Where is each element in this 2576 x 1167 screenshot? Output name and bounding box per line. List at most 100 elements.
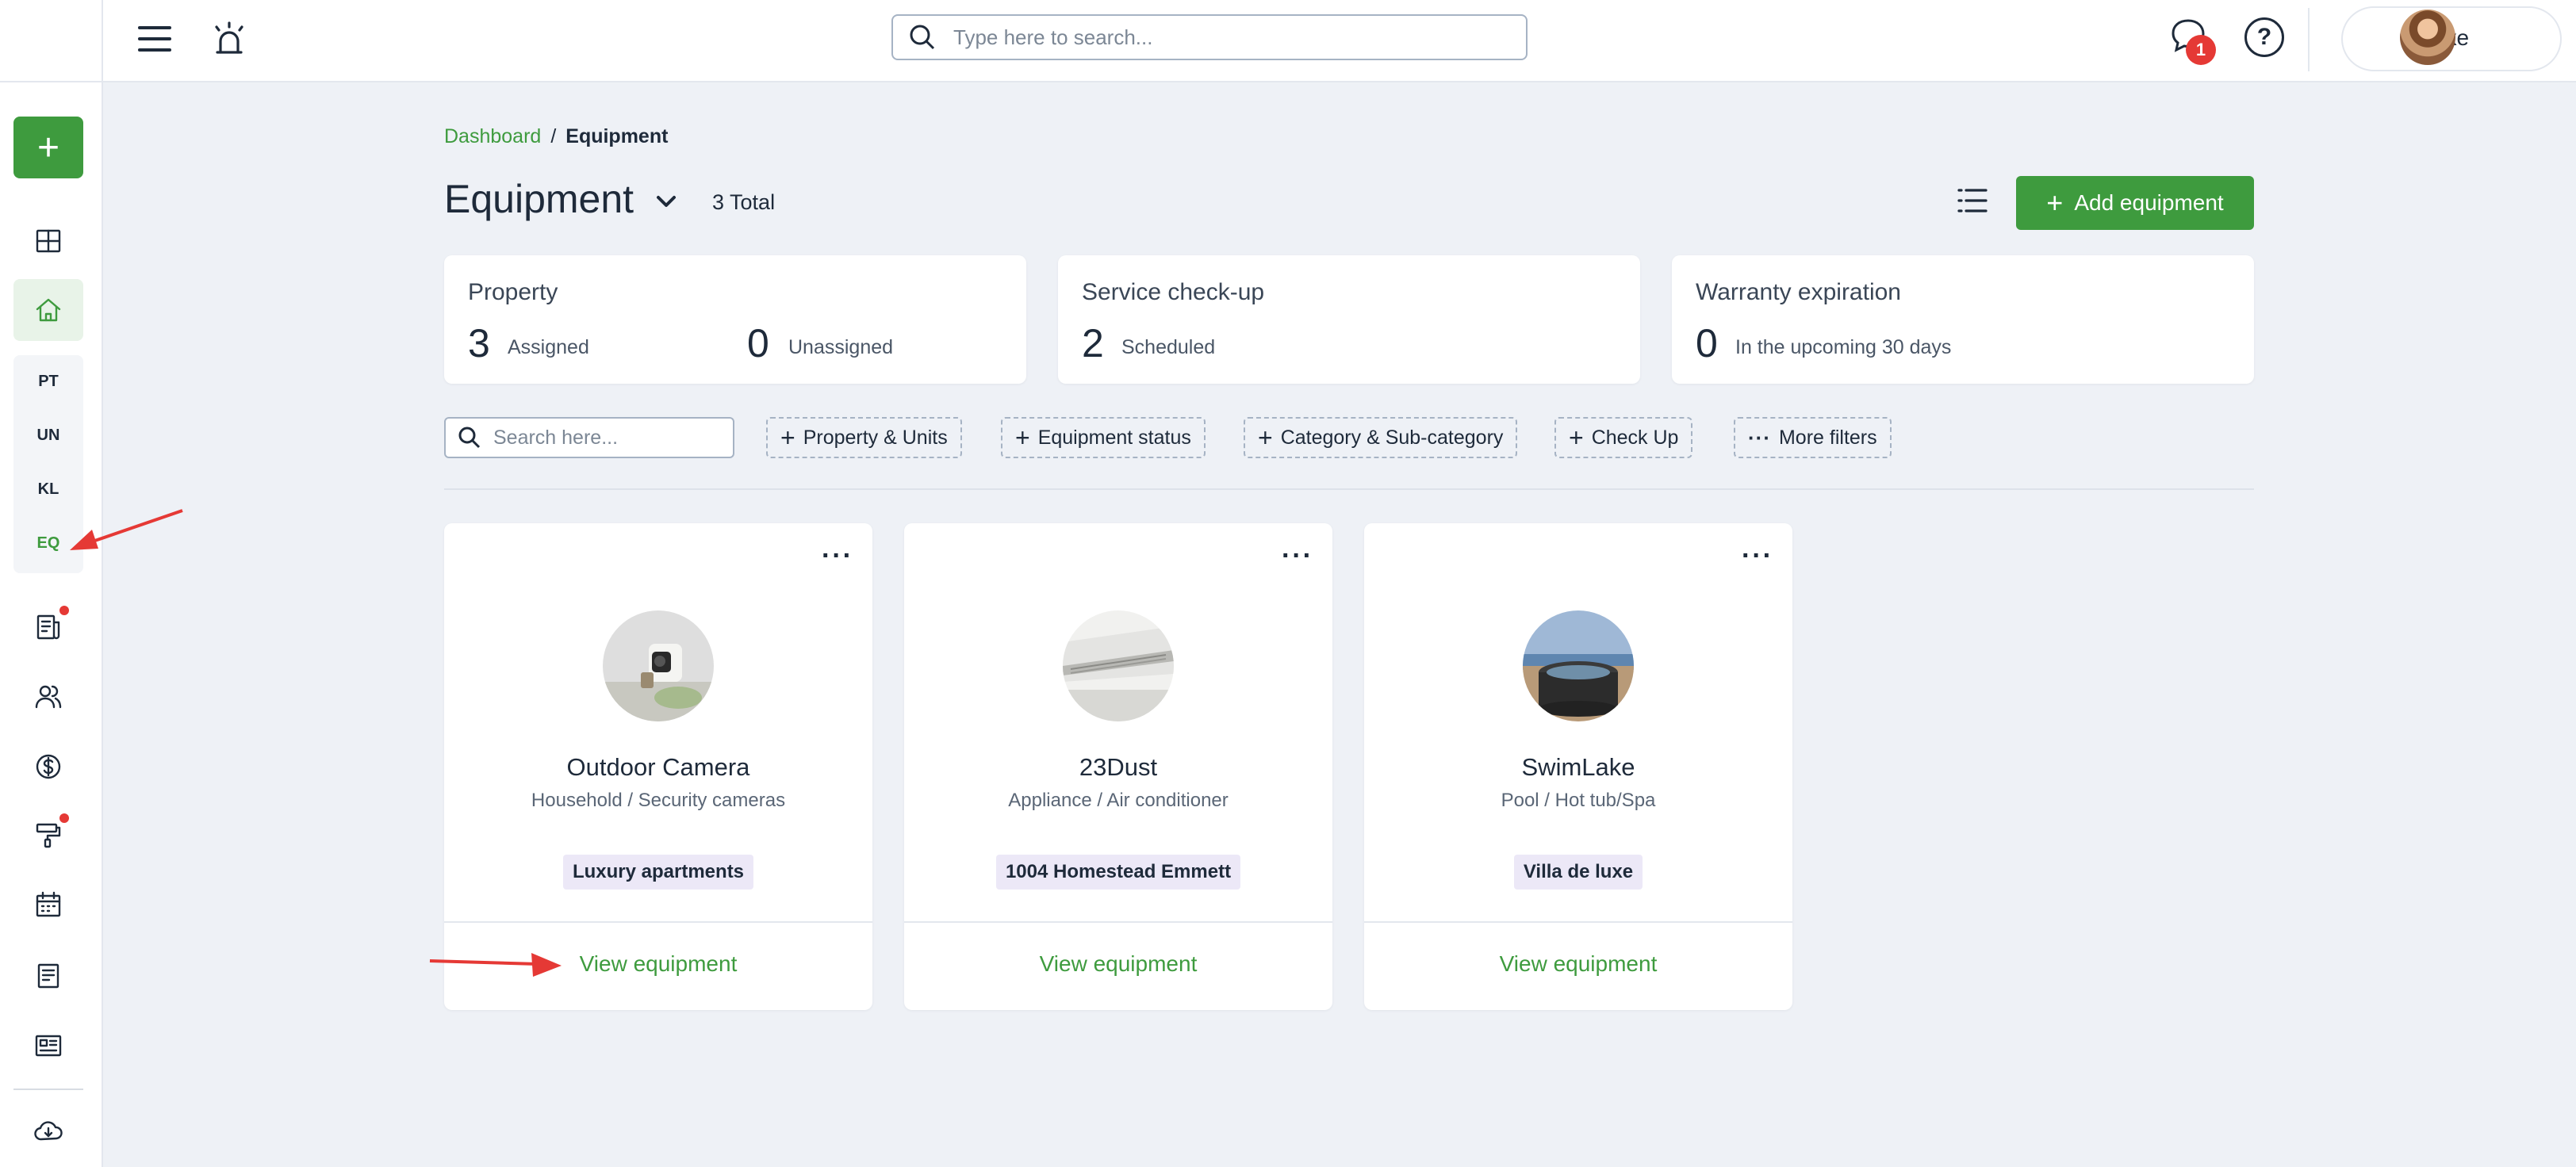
card-divider <box>444 921 872 923</box>
help-icon[interactable]: ? <box>2244 17 2284 57</box>
sidebar-item-listings[interactable] <box>13 1015 83 1077</box>
filter-property-units[interactable]: + Property & Units <box>766 417 962 458</box>
equipment-photo <box>1523 610 1634 721</box>
stat-value-warranty: 0 <box>1696 321 1718 365</box>
sidebar-item-download[interactable] <box>13 1100 83 1162</box>
equipment-category: Appliance / Air conditioner <box>1008 790 1229 811</box>
property-tag: 1004 Homestead Emmett <box>995 855 1241 890</box>
report-icon <box>37 963 59 989</box>
sidebar-subitem-kl[interactable]: KL <box>13 480 83 499</box>
listing-card-icon <box>35 1035 62 1057</box>
breadcrumb-dashboard-link[interactable]: Dashboard <box>444 125 541 148</box>
equipment-search[interactable] <box>444 417 734 458</box>
view-equipment-link[interactable]: View equipment <box>904 951 1332 977</box>
equipment-name: 23Dust <box>1079 753 1158 781</box>
plus-icon: + <box>780 423 795 452</box>
global-search-input[interactable] <box>953 25 1493 50</box>
sidebar-logo-area <box>0 0 102 82</box>
notification-dot <box>59 606 69 615</box>
stat-card-property: Property 3 Assigned 0 Unassigned <box>444 255 1026 384</box>
stat-title: Warranty expiration <box>1696 279 1901 305</box>
filter-equipment-status[interactable]: + Equipment status <box>1001 417 1206 458</box>
equipment-card: ··· 23Dust Appliance / Air conditioner 1… <box>904 523 1332 1010</box>
stat-value-scheduled: 2 <box>1082 321 1104 365</box>
global-search[interactable] <box>891 14 1528 60</box>
stat-value-assigned: 3 <box>468 321 490 365</box>
equipment-name: SwimLake <box>1521 753 1635 781</box>
home-icon <box>36 298 61 322</box>
stat-card-warranty: Warranty expiration 0 In the upcoming 30… <box>1672 255 2254 384</box>
stat-card-service: Service check-up 2 Scheduled <box>1058 255 1640 384</box>
equipment-card: ··· Outdoor Camera Household / Security … <box>444 523 872 1010</box>
notification-dot <box>59 813 69 823</box>
plus-icon: + <box>1258 423 1273 452</box>
filter-label: Check Up <box>1591 426 1679 449</box>
view-equipment-link[interactable]: View equipment <box>1364 951 1792 977</box>
filter-label: Equipment status <box>1037 426 1191 449</box>
property-tag: Villa de luxe <box>1513 855 1643 890</box>
sidebar-item-calendar[interactable] <box>13 874 83 936</box>
chevron-down-icon[interactable] <box>652 187 680 216</box>
stat-label-assigned: Assigned <box>508 336 589 358</box>
equipment-category: Pool / Hot tub/Spa <box>1501 790 1656 811</box>
plus-icon: + <box>1015 423 1030 452</box>
more-options-icon[interactable]: ··· <box>1742 541 1773 572</box>
breadcrumb-separator: / <box>550 125 557 147</box>
card-divider <box>1364 921 1792 923</box>
sidebar-item-reports[interactable] <box>13 945 83 1007</box>
sidebar-item-people[interactable] <box>13 666 83 728</box>
avatar[interactable] <box>2400 10 2455 65</box>
sidebar-divider <box>13 1089 83 1090</box>
hamburger-menu-icon[interactable] <box>138 19 178 59</box>
plus-icon: + <box>2046 186 2064 219</box>
breadcrumb: Dashboard / Equipment <box>444 125 668 148</box>
paint-roller-icon <box>36 823 61 848</box>
calendar-icon <box>36 891 61 917</box>
cloud-download-icon <box>34 1121 63 1141</box>
alarm-bell-icon[interactable] <box>208 17 251 60</box>
topbar-divider <box>2308 8 2310 71</box>
stat-label-scheduled: Scheduled <box>1121 336 1216 358</box>
add-equipment-button[interactable]: + Add equipment <box>2016 176 2254 230</box>
equipment-name: Outdoor Camera <box>566 753 750 781</box>
add-equipment-label: Add equipment <box>2074 190 2224 215</box>
stat-value-unassigned: 0 <box>747 321 769 365</box>
equipment-photo <box>1063 610 1174 721</box>
top-bar: 1 ? Mike <box>103 0 2576 82</box>
list-view-icon[interactable] <box>1954 182 1991 219</box>
sidebar-item-properties[interactable] <box>13 279 83 341</box>
search-icon <box>458 427 481 449</box>
equipment-photo <box>603 610 714 721</box>
filter-more[interactable]: ··· More filters <box>1734 417 1892 458</box>
stat-title: Property <box>468 279 558 305</box>
page-title[interactable]: Equipment <box>444 176 634 222</box>
sidebar-subitem-un[interactable]: UN <box>13 427 83 445</box>
filter-label: More filters <box>1778 426 1877 449</box>
sidebar-item-leases[interactable] <box>13 596 83 658</box>
sidebar-item-accounting[interactable] <box>13 736 83 798</box>
filter-label: Property & Units <box>803 426 948 449</box>
more-options-icon[interactable]: ··· <box>1282 541 1313 572</box>
plus-icon: + <box>1569 423 1584 452</box>
filter-check-up[interactable]: + Check Up <box>1554 417 1693 458</box>
quick-add-button[interactable]: + <box>13 117 83 178</box>
annotation-arrow-eq <box>70 509 183 550</box>
document-list-icon <box>36 614 60 640</box>
filter-category[interactable]: + Category & Sub-category <box>1244 417 1518 458</box>
sidebar-item-dashboard[interactable] <box>13 210 83 272</box>
more-dots-icon: ··· <box>1748 425 1771 450</box>
search-icon <box>910 25 935 50</box>
sidebar-subitem-pt[interactable]: PT <box>13 373 83 391</box>
stat-label-unassigned: Unassigned <box>788 336 894 358</box>
dashboard-grid-icon <box>36 229 61 253</box>
more-options-icon[interactable]: ··· <box>822 541 853 572</box>
stat-label-warranty: In the upcoming 30 days <box>1735 336 1952 358</box>
annotation-arrow-view <box>429 953 562 977</box>
sidebar-item-maintenance[interactable] <box>13 804 83 866</box>
equipment-search-input[interactable] <box>493 426 715 450</box>
stat-title: Service check-up <box>1082 279 1265 305</box>
filters-divider <box>444 488 2254 490</box>
card-divider <box>904 921 1332 923</box>
equipment-category: Household / Security cameras <box>531 790 786 811</box>
users-icon <box>35 685 62 709</box>
